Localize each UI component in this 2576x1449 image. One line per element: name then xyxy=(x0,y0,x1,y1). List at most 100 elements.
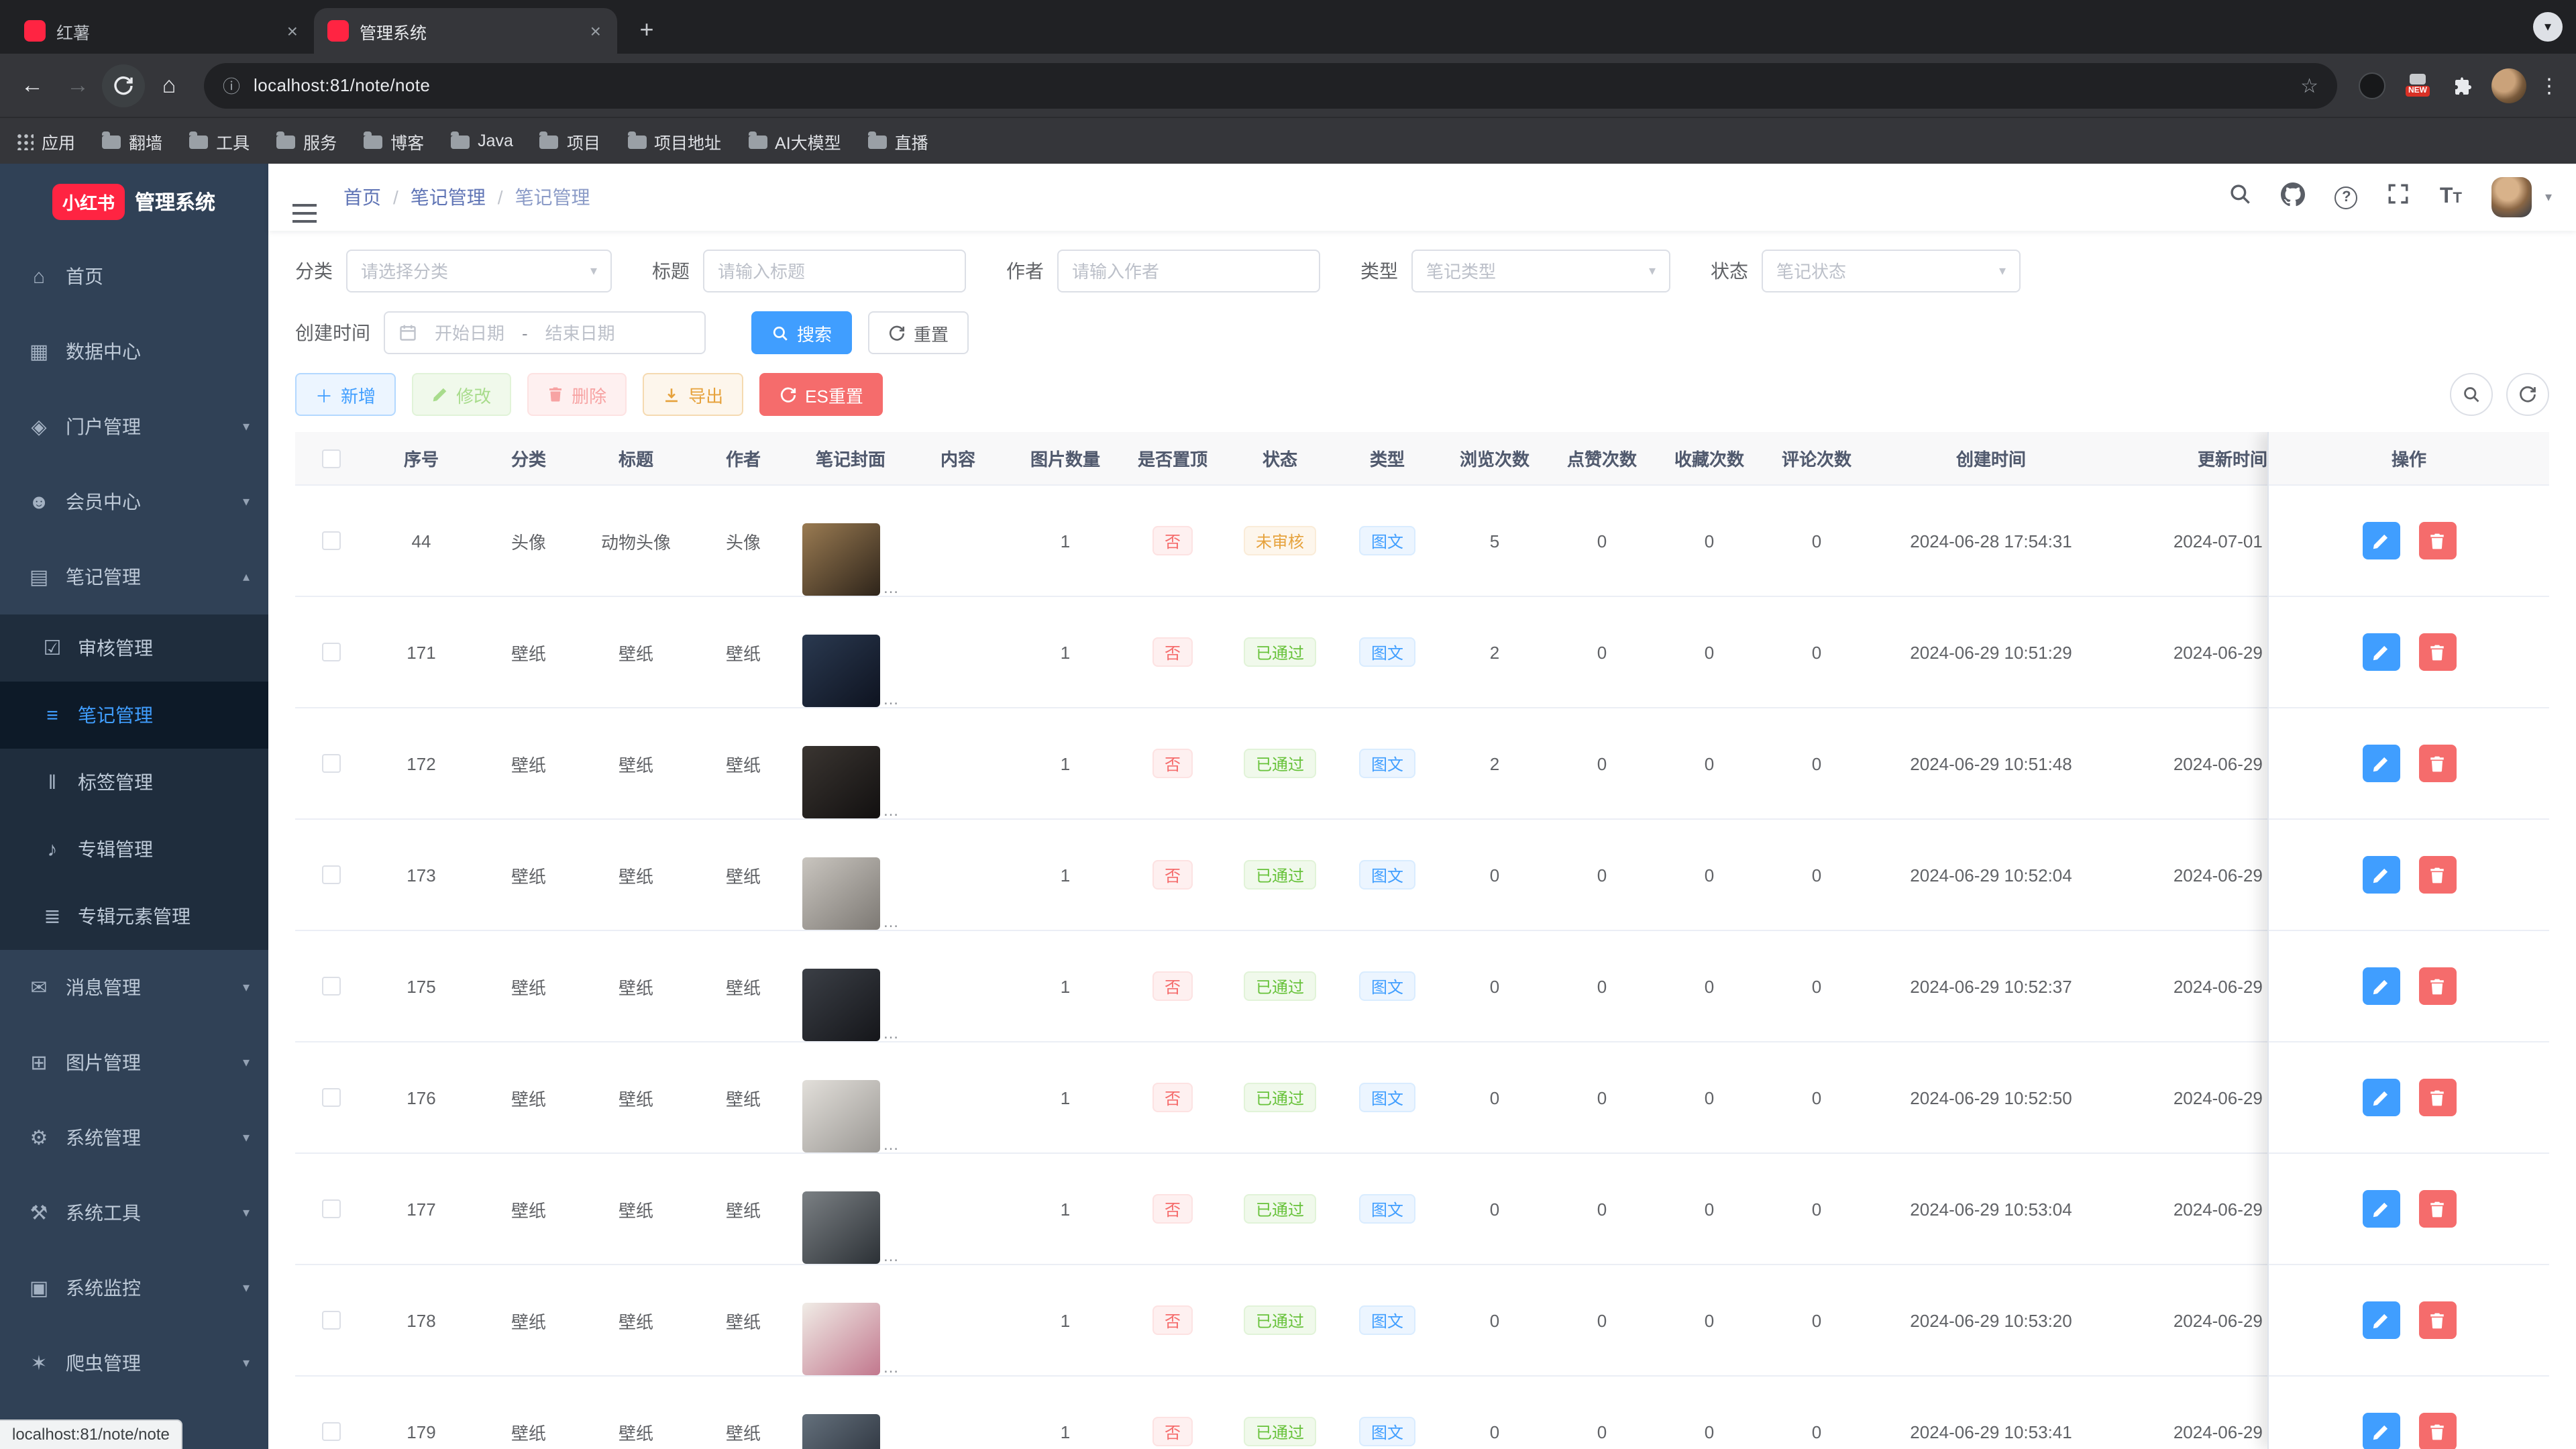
note-cover-image[interactable] xyxy=(802,1191,880,1264)
status-select-input[interactable] xyxy=(1776,261,1991,281)
sidebar-toggle-icon[interactable] xyxy=(292,188,317,207)
edit-button[interactable] xyxy=(2362,967,2400,1005)
search-icon[interactable] xyxy=(2229,182,2252,212)
row-checkbox[interactable] xyxy=(322,977,341,996)
search-button[interactable]: 搜索 xyxy=(751,311,853,354)
title-input[interactable] xyxy=(703,250,966,292)
export-button[interactable]: 导出 xyxy=(643,373,744,416)
reload-icon[interactable] xyxy=(102,64,145,107)
note-cover-image[interactable] xyxy=(802,635,880,707)
sidebar-item[interactable]: ⊞ 图片管理 ▾ xyxy=(0,1025,268,1100)
sidebar-item[interactable]: ⌂ 首页 xyxy=(0,239,268,314)
note-cover-image[interactable] xyxy=(802,523,880,596)
row-checkbox[interactable] xyxy=(322,1422,341,1441)
sidebar-subitem[interactable]: ≡ 笔记管理 xyxy=(0,682,268,749)
sidebar-item[interactable]: ✶ 爬虫管理 ▾ xyxy=(0,1326,268,1401)
reset-button[interactable]: 重置 xyxy=(868,311,969,354)
edit-button[interactable] xyxy=(2362,1301,2400,1339)
github-icon[interactable] xyxy=(2281,182,2306,213)
status-select[interactable]: ▾ xyxy=(1762,250,2021,292)
browser-profile-avatar[interactable] xyxy=(2487,64,2530,107)
close-icon[interactable]: × xyxy=(284,20,301,42)
sidebar-item[interactable]: ▣ 系统监控 ▾ xyxy=(0,1250,268,1326)
sidebar-item[interactable]: ✉ 消息管理 ▾ xyxy=(0,950,268,1025)
toggle-search-icon-button[interactable] xyxy=(2450,373,2493,416)
es-reset-button[interactable]: ES重置 xyxy=(759,373,883,416)
bookmark-item[interactable]: 直播 xyxy=(867,128,928,154)
note-cover-image[interactable] xyxy=(802,1080,880,1152)
refresh-table-icon-button[interactable] xyxy=(2506,373,2549,416)
delete-button[interactable] xyxy=(2418,522,2456,559)
category-select-input[interactable] xyxy=(361,261,582,281)
category-select[interactable]: ▾ xyxy=(346,250,612,292)
bookmark-item[interactable]: 工具 xyxy=(189,128,250,154)
user-avatar[interactable] xyxy=(2491,177,2532,217)
extension-dark-icon[interactable] xyxy=(2351,64,2394,107)
edit-button[interactable] xyxy=(2362,856,2400,894)
note-cover-image[interactable] xyxy=(802,969,880,1041)
delete-button[interactable] xyxy=(2418,967,2456,1005)
sidebar-item[interactable]: ◈ 门户管理 ▾ xyxy=(0,389,268,464)
bookmark-item[interactable]: 项目 xyxy=(539,128,600,154)
row-checkbox[interactable] xyxy=(322,531,341,550)
close-icon[interactable]: × xyxy=(588,20,604,42)
extension-new-icon[interactable]: NEW xyxy=(2396,64,2439,107)
browser-tab-active[interactable]: 管理系统 × xyxy=(314,8,617,54)
author-input[interactable] xyxy=(1057,250,1320,292)
delete-button[interactable] xyxy=(2418,1301,2456,1339)
start-date-input[interactable] xyxy=(423,323,517,343)
bookmark-item[interactable]: Java xyxy=(451,131,513,150)
tab-search-icon[interactable]: ▾ xyxy=(2533,12,2563,42)
edit-button[interactable] xyxy=(2362,522,2400,559)
date-range-picker[interactable]: - xyxy=(384,311,706,354)
type-select-input[interactable] xyxy=(1426,261,1641,281)
delete-button-disabled[interactable]: 删除 xyxy=(527,373,627,416)
sidebar-subitem[interactable]: ♪ 专辑管理 xyxy=(0,816,268,883)
bookmark-item[interactable]: 翻墙 xyxy=(102,128,162,154)
row-checkbox[interactable] xyxy=(322,1311,341,1330)
browser-tab-inactive[interactable]: 红薯 × xyxy=(11,8,314,54)
select-all-checkbox[interactable] xyxy=(322,449,341,468)
sidebar-item[interactable]: ⚒ 系统工具 ▾ xyxy=(0,1175,268,1250)
sidebar-item[interactable]: ▦ 数据中心 xyxy=(0,314,268,389)
row-checkbox[interactable] xyxy=(322,1199,341,1218)
sidebar-item[interactable]: ▤ 笔记管理 ▴ xyxy=(0,539,268,614)
note-cover-image[interactable] xyxy=(802,857,880,930)
add-button[interactable]: ＋新增 xyxy=(295,373,396,416)
sidebar-item[interactable]: ☻ 会员中心 ▾ xyxy=(0,464,268,539)
title-input-field[interactable] xyxy=(718,261,951,281)
edit-button[interactable] xyxy=(2362,745,2400,782)
sidebar-subitem[interactable]: ☑ 审核管理 xyxy=(0,614,268,682)
sidebar-subitem[interactable]: ‖ 标签管理 xyxy=(0,749,268,816)
address-bar[interactable]: ⓘ localhost:81/note/note ☆ xyxy=(204,62,2337,108)
sidebar-item[interactable]: ⚙ 系统管理 ▾ xyxy=(0,1100,268,1175)
sidebar-subitem[interactable]: ≣ 专辑元素管理 xyxy=(0,883,268,950)
bookmark-item[interactable]: 服务 xyxy=(276,128,337,154)
delete-button[interactable] xyxy=(2418,1079,2456,1116)
bookmark-star-icon[interactable]: ☆ xyxy=(2300,73,2318,97)
row-checkbox[interactable] xyxy=(322,865,341,884)
note-cover-image[interactable] xyxy=(802,746,880,818)
font-size-icon[interactable]: TT xyxy=(2440,185,2462,209)
note-cover-image[interactable] xyxy=(802,1303,880,1375)
site-info-icon[interactable]: ⓘ xyxy=(223,72,240,98)
breadcrumb-home[interactable]: 首页 xyxy=(343,184,381,211)
bookmark-item[interactable]: 项目地址 xyxy=(627,128,721,154)
type-select[interactable]: ▾ xyxy=(1411,250,1670,292)
row-checkbox[interactable] xyxy=(322,754,341,773)
chevron-down-icon[interactable]: ▾ xyxy=(2545,190,2552,205)
back-icon[interactable]: ← xyxy=(11,64,54,107)
row-checkbox[interactable] xyxy=(322,1088,341,1107)
bookmark-item[interactable]: AI大模型 xyxy=(748,128,841,154)
home-icon[interactable]: ⌂ xyxy=(148,64,191,107)
author-input-field[interactable] xyxy=(1072,261,1305,281)
edit-button[interactable] xyxy=(2362,633,2400,671)
delete-button[interactable] xyxy=(2418,745,2456,782)
edit-button[interactable] xyxy=(2362,1079,2400,1116)
bookmark-item[interactable]: 博客 xyxy=(364,128,424,154)
delete-button[interactable] xyxy=(2418,1190,2456,1228)
note-cover-image[interactable] xyxy=(802,1414,880,1449)
extensions-puzzle-icon[interactable] xyxy=(2442,64,2485,107)
help-icon[interactable]: ? xyxy=(2334,186,2358,209)
fullscreen-icon[interactable] xyxy=(2387,182,2410,212)
